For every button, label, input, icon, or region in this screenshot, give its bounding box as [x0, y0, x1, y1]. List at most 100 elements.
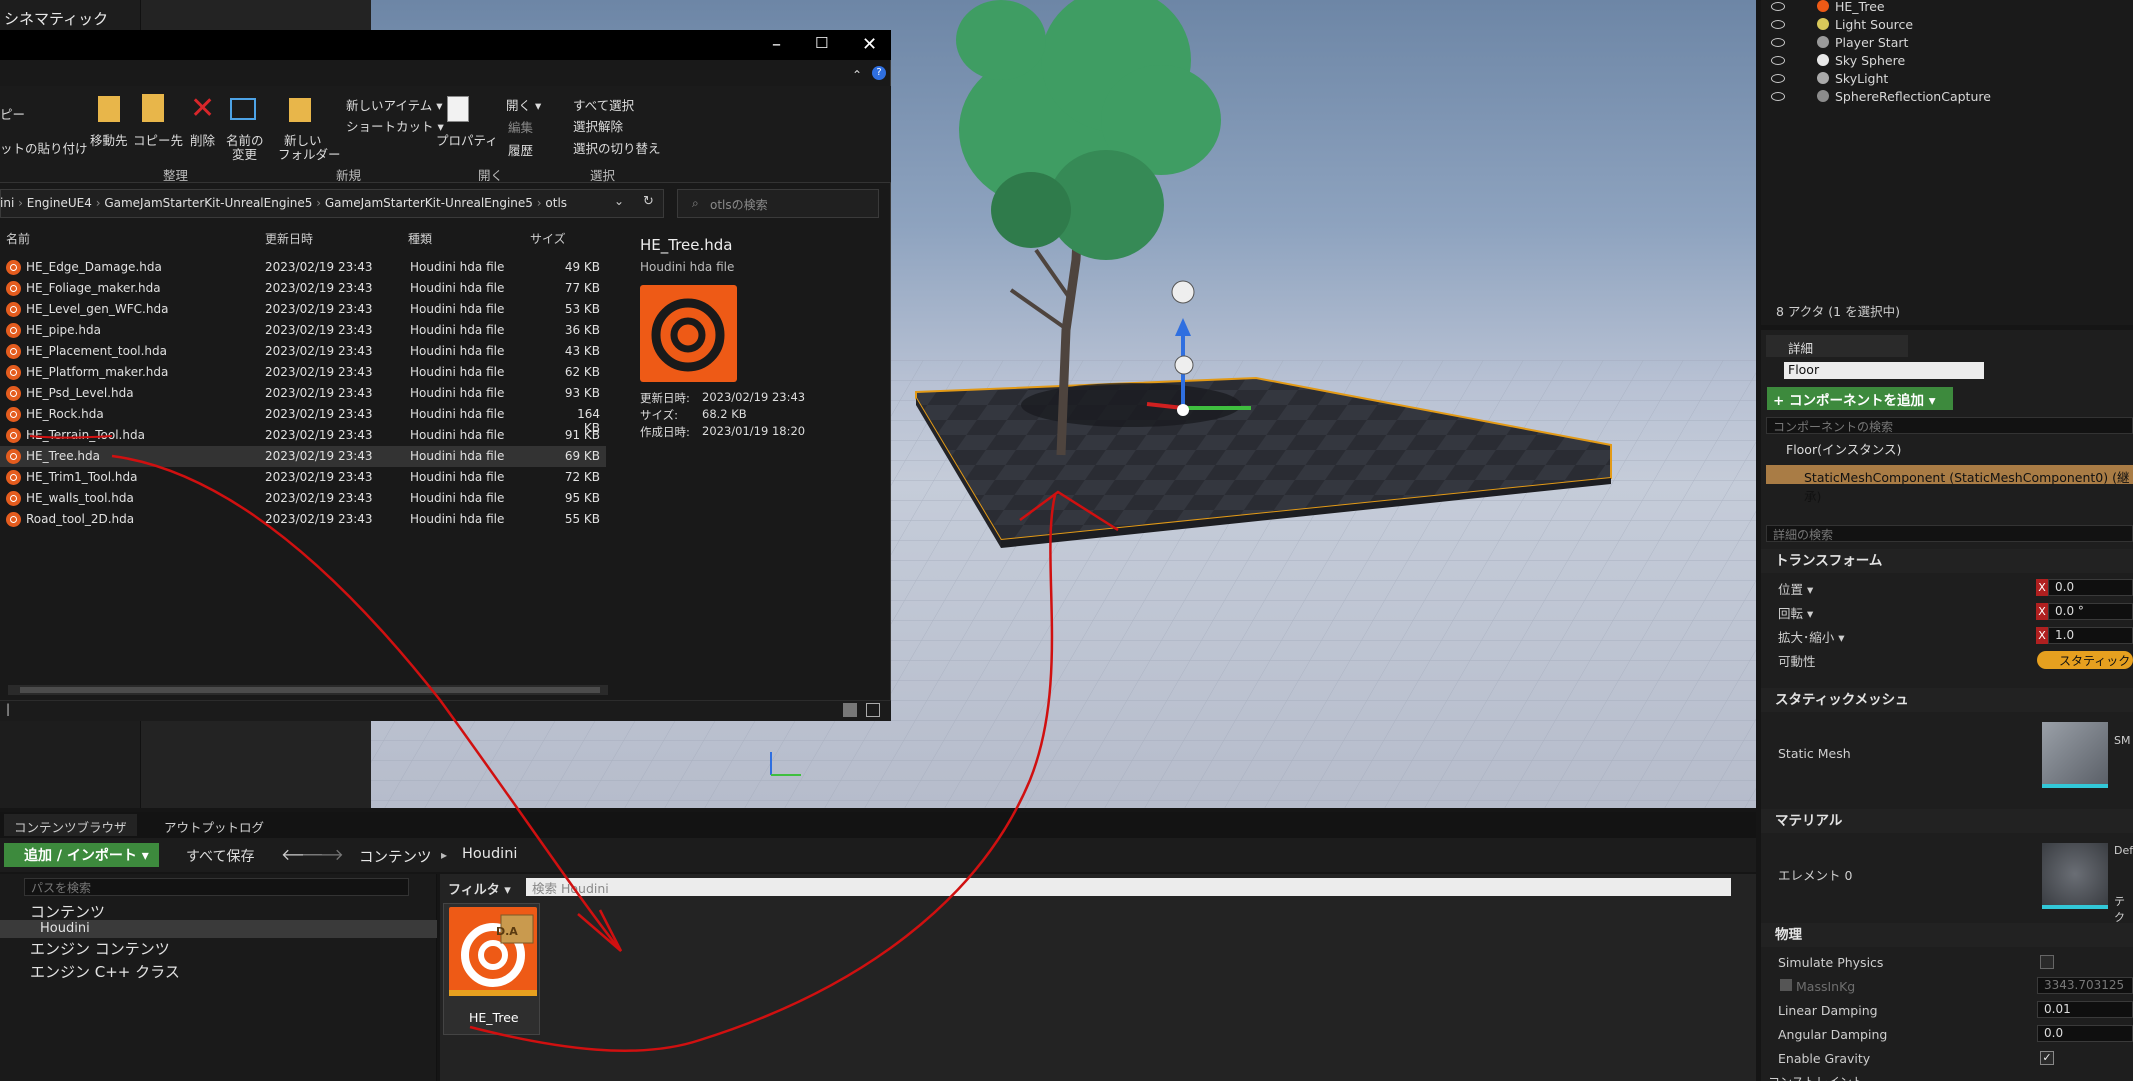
mobility-static-toggle[interactable]: スタティック [2037, 651, 2133, 669]
add-import-button[interactable]: 追加 / インポート ▾ [4, 843, 159, 867]
location-label[interactable]: 位置 ▾ [1778, 579, 1813, 598]
address-dropdown-icon[interactable]: ⌄ [614, 194, 624, 208]
section-static-mesh[interactable]: スタティックメッシュ [1761, 688, 2133, 712]
file-row[interactable]: HE_Rock.hda 2023/02/19 23:43 Houdini hda f… [0, 404, 606, 435]
visibility-eye-icon[interactable] [1771, 55, 1785, 65]
breadcrumb-houdini[interactable]: Houdini [462, 846, 517, 862]
component-search-input[interactable]: コンポーネントの検索 [1766, 417, 2133, 434]
file-row[interactable]: HE_Terrain_Tool.hda 2023/02/19 23:43 Houdi… [0, 425, 606, 446]
location-x-field[interactable]: 0.0 [2048, 579, 2133, 596]
crumb[interactable]: EngineUE4 [27, 196, 92, 210]
rotation-label[interactable]: 回転 ▾ [1778, 603, 1813, 622]
horizontal-scrollbar[interactable] [8, 685, 608, 695]
file-row[interactable]: HE_Level_gen_WFC.hda 2023/02/19 23:43 Houd… [0, 299, 606, 320]
file-row[interactable]: HE_Tree.hda 2023/02/19 23:43 Houdini hda f… [0, 446, 606, 467]
tab-content-browser[interactable]: コンテンツブラウザ [4, 814, 137, 836]
delete-button[interactable]: 削除 [190, 130, 215, 149]
details-view-icon[interactable] [843, 703, 857, 717]
properties-button[interactable]: プロパティ [436, 130, 498, 149]
maximize-button[interactable]: ☐ [815, 34, 828, 52]
asset-search-input[interactable]: 検索 Houdini [526, 878, 1731, 896]
tiles-view-icon[interactable] [866, 703, 880, 717]
tree-item-content[interactable]: コンテンツ [30, 901, 105, 922]
breadcrumb-content[interactable]: コンテンツ [359, 846, 432, 867]
new-folder-button-l2[interactable]: フォルダー [278, 144, 341, 163]
invert-selection-button[interactable]: 選択の切り替え [573, 138, 661, 157]
file-row[interactable]: HE_pipe.hda 2023/02/19 23:43 Houdini hda f… [0, 320, 606, 341]
copy-partial-label[interactable]: ピー [0, 104, 25, 123]
section-physics[interactable]: 物理 [1761, 923, 2133, 947]
visibility-eye-icon[interactable] [1771, 91, 1785, 101]
column-name[interactable]: 名前 [6, 230, 30, 247]
rotation-x-field[interactable]: 0.0 ° [2048, 603, 2133, 620]
mass-override-checkbox[interactable] [1780, 979, 1792, 991]
save-all-button[interactable]: すべて保存 [186, 846, 254, 866]
column-date[interactable]: 更新日時 [265, 230, 313, 247]
new-item-button[interactable]: 新しいアイテム ▾ [346, 95, 443, 114]
file-row[interactable]: HE_Edge_Damage.hda 2023/02/19 23:43 Houdin… [0, 257, 606, 278]
file-row[interactable]: HE_Placement_tool.hda 2023/02/19 23:43 Hou… [0, 341, 606, 362]
copy-to-button[interactable]: コピー先 [133, 130, 183, 149]
history-button[interactable]: 履歴 [508, 140, 533, 159]
ribbon-collapse-icon[interactable]: ⌃ [852, 68, 862, 82]
material-value[interactable]: Def [2114, 844, 2133, 857]
forward-arrow-icon[interactable]: 🡒 [301, 844, 344, 864]
enable-gravity-checkbox[interactable]: ✓ [2040, 1051, 2054, 1065]
tab-output-log[interactable]: アウトプットログ [154, 814, 274, 836]
file-row[interactable]: Road_tool_2D.hda 2023/02/19 23:43 Houdini … [0, 509, 606, 530]
section-transform[interactable]: トランスフォーム [1761, 549, 2133, 573]
column-type[interactable]: 種類 [408, 230, 432, 247]
linear-damping-field[interactable]: 0.01 [2037, 1001, 2133, 1018]
tree-item-engine-cpp[interactable]: エンジン C++ クラス [30, 961, 180, 982]
file-row[interactable]: HE_Platform_maker.hda 2023/02/19 23:43 Hou… [0, 362, 606, 383]
open-button[interactable]: 開く ▾ [506, 95, 541, 114]
outliner-row-player-start[interactable]: Player Start [1761, 33, 2133, 51]
cinematic-label[interactable]: シネマティック [4, 8, 108, 29]
details-search-input[interactable]: 詳細の検索 [1766, 525, 2133, 542]
scale-label[interactable]: 拡大･縮小 ▾ [1778, 627, 1845, 646]
crumb[interactable]: ini [0, 196, 14, 210]
crumb[interactable]: GameJamStarterKit-UnrealEngine5 [104, 196, 312, 210]
shortcut-button[interactable]: ショートカット ▾ [346, 116, 444, 135]
simulate-physics-checkbox[interactable] [2040, 955, 2054, 969]
static-mesh-thumbnail[interactable] [2042, 722, 2108, 788]
constraints-header[interactable]: コンストレイント [1768, 1073, 1864, 1081]
scale-x-field[interactable]: 1.0 [2048, 627, 2133, 644]
visibility-eye-icon[interactable] [1771, 19, 1785, 29]
add-component-button[interactable]: + コンポーネントを追加 ▾ [1767, 387, 1953, 410]
object-name-field[interactable]: Floor [1784, 362, 1984, 379]
outliner-row-sky-sphere[interactable]: Sky Sphere [1761, 51, 2133, 69]
crumb[interactable]: GameJamStarterKit-UnrealEngine5 [325, 196, 533, 210]
visibility-eye-icon[interactable] [1771, 1, 1785, 11]
select-all-button[interactable]: すべて選択 [573, 95, 634, 114]
material-thumbnail[interactable] [2042, 843, 2108, 909]
file-row[interactable]: HE_Trim1_Tool.hda 2023/02/19 23:43 Houdini… [0, 467, 606, 488]
tab-details[interactable]: 詳細 [1766, 335, 1908, 357]
tree-item-houdini[interactable]: Houdini [40, 921, 90, 936]
help-icon[interactable]: ? [872, 66, 886, 80]
section-materials[interactable]: マテリアル [1761, 809, 2133, 833]
filter-button[interactable]: フィルタ ▾ [448, 879, 511, 898]
file-row[interactable]: HE_Foliage_maker.hda 2023/02/19 23:43 Houd… [0, 278, 606, 299]
column-size[interactable]: サイズ [530, 230, 566, 247]
crumb[interactable]: otls [545, 196, 567, 210]
explorer-search-input[interactable]: otlsの検索 [677, 189, 879, 218]
rename-button-l2[interactable]: 変更 [232, 144, 257, 163]
material-value-2[interactable]: テク [2114, 893, 2133, 925]
tree-item-engine-content[interactable]: エンジン コンテンツ [30, 938, 170, 959]
angular-damping-field[interactable]: 0.0 [2037, 1025, 2133, 1042]
explorer-titlebar[interactable] [0, 30, 891, 60]
visibility-eye-icon[interactable] [1771, 37, 1785, 47]
minimize-button[interactable]: – [772, 34, 781, 55]
edit-button[interactable]: 編集 [508, 117, 533, 136]
static-mesh-component-row[interactable]: StaticMeshComponent (StaticMeshComponent… [1766, 465, 2133, 504]
path-search-input[interactable]: パスを検索 [24, 878, 409, 896]
outliner-row-skylight[interactable]: SkyLight [1761, 69, 2133, 87]
move-to-button[interactable]: 移動先 [90, 130, 128, 149]
outliner-row-light-source[interactable]: Light Source [1761, 15, 2133, 33]
outliner-row-he-tree[interactable]: HE_Tree [1761, 0, 2133, 15]
visibility-eye-icon[interactable] [1771, 73, 1785, 83]
refresh-icon[interactable]: ↻ [643, 194, 654, 209]
file-row[interactable]: HE_walls_tool.hda 2023/02/19 23:43 Houdini… [0, 488, 606, 509]
instance-label[interactable]: Floor(インスタンス) [1786, 439, 1901, 458]
